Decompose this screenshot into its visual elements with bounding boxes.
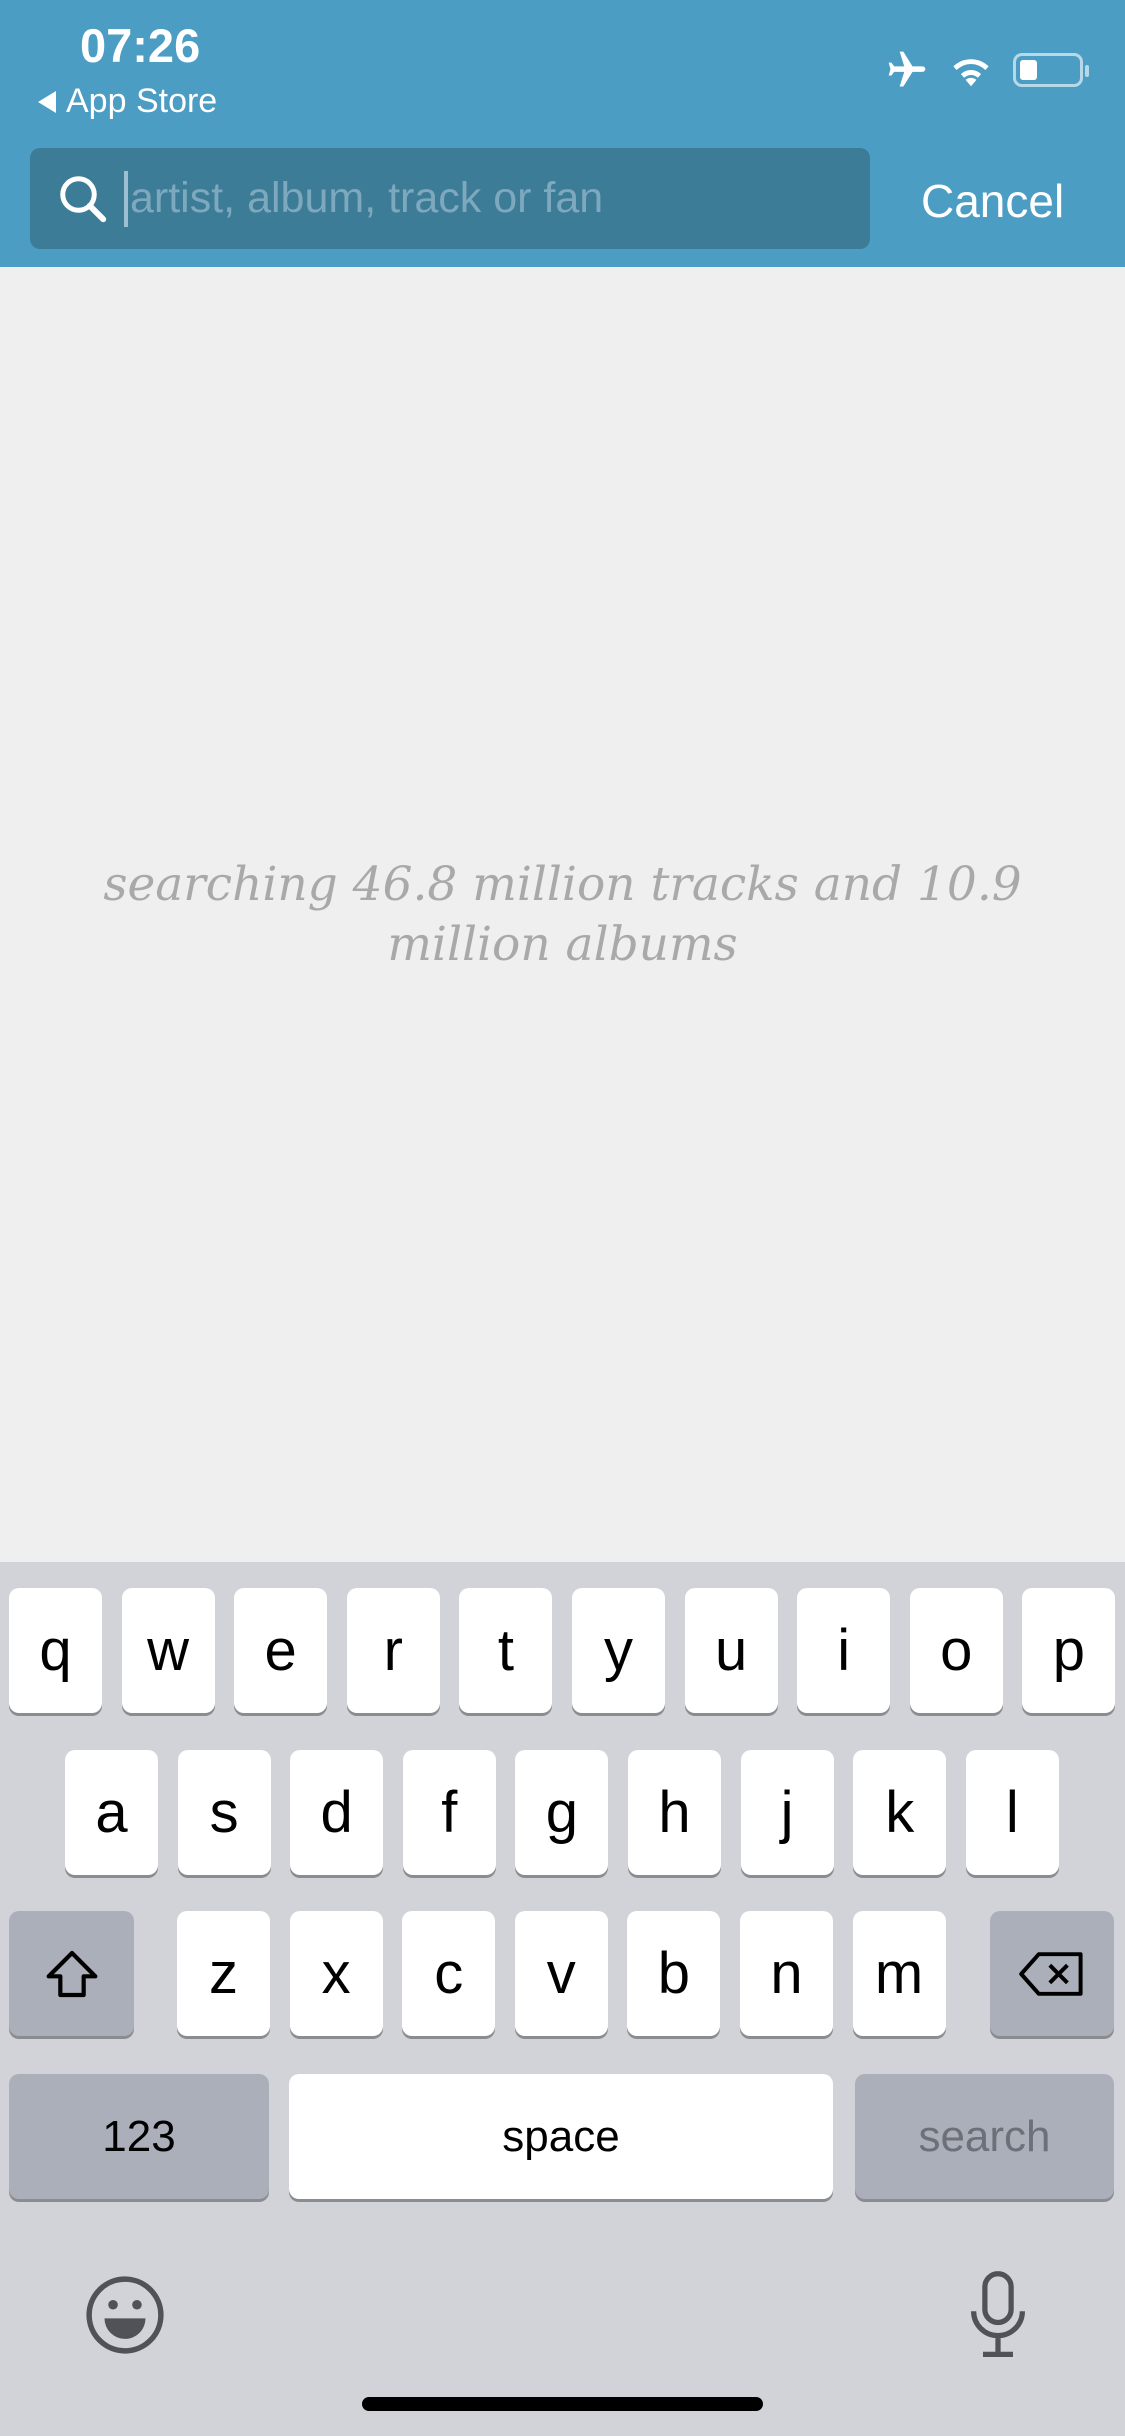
- back-arrow-icon: [38, 90, 56, 113]
- microphone-icon: [971, 2271, 1025, 2357]
- keyboard: q w e r t y u i o p a s d f g h j k l z x c v b n m 123 space search: [0, 1562, 1125, 2436]
- key-b[interactable]: b: [627, 1911, 721, 2036]
- key-x[interactable]: x: [289, 1911, 383, 2036]
- key-a[interactable]: a: [65, 1750, 158, 1875]
- header: 07:26 App Store Cancel: [0, 0, 1125, 267]
- key-r[interactable]: r: [346, 1588, 440, 1713]
- search-icon: [60, 175, 107, 222]
- shift-icon: [46, 1950, 97, 1997]
- key-z[interactable]: z: [177, 1911, 270, 2036]
- key-g[interactable]: g: [515, 1750, 609, 1875]
- key-f[interactable]: f: [402, 1750, 496, 1875]
- airplane-icon: [888, 51, 926, 87]
- key-t[interactable]: t: [459, 1588, 553, 1713]
- key-i[interactable]: i: [797, 1588, 891, 1713]
- emoji-key[interactable]: [84, 2274, 166, 2361]
- key-v[interactable]: v: [514, 1911, 608, 2036]
- key-k[interactable]: k: [853, 1750, 947, 1875]
- back-to-app-store[interactable]: App Store: [38, 82, 217, 121]
- key-n[interactable]: n: [740, 1911, 833, 2036]
- numbers-key[interactable]: 123: [9, 2074, 269, 2199]
- battery-icon: [1013, 53, 1089, 87]
- wifi-icon: [953, 59, 989, 87]
- status-time: 07:26: [80, 19, 201, 72]
- key-o[interactable]: o: [909, 1588, 1003, 1713]
- key-p[interactable]: p: [1022, 1588, 1116, 1713]
- shift-key[interactable]: [9, 1911, 134, 2036]
- key-h[interactable]: h: [628, 1750, 721, 1875]
- key-y[interactable]: y: [572, 1588, 665, 1713]
- delete-key[interactable]: [990, 1911, 1114, 2036]
- key-d[interactable]: d: [290, 1750, 384, 1875]
- key-l[interactable]: l: [965, 1750, 1059, 1875]
- key-u[interactable]: u: [684, 1588, 778, 1713]
- search-info-message: searching 46.8 million tracks and 10.9 m…: [103, 857, 1022, 972]
- search-key[interactable]: search: [855, 2074, 1114, 2199]
- back-label: App Store: [66, 82, 218, 120]
- search-field[interactable]: [30, 148, 870, 249]
- key-q[interactable]: q: [9, 1588, 102, 1713]
- text-cursor: [124, 170, 128, 227]
- key-w[interactable]: w: [121, 1588, 215, 1713]
- cancel-button[interactable]: Cancel: [921, 174, 1064, 228]
- delete-icon: [1019, 1951, 1083, 1996]
- home-indicator[interactable]: [362, 2397, 763, 2411]
- space-key[interactable]: space: [289, 2074, 833, 2199]
- key-j[interactable]: j: [740, 1750, 834, 1875]
- key-e[interactable]: e: [234, 1588, 328, 1713]
- status-icons: [885, 48, 1089, 92]
- emoji-icon: [86, 2276, 164, 2354]
- key-m[interactable]: m: [852, 1911, 946, 2036]
- search-input[interactable]: [130, 174, 830, 223]
- key-s[interactable]: s: [177, 1750, 271, 1875]
- dictation-key[interactable]: [966, 2270, 1030, 2365]
- key-c[interactable]: c: [402, 1911, 496, 2036]
